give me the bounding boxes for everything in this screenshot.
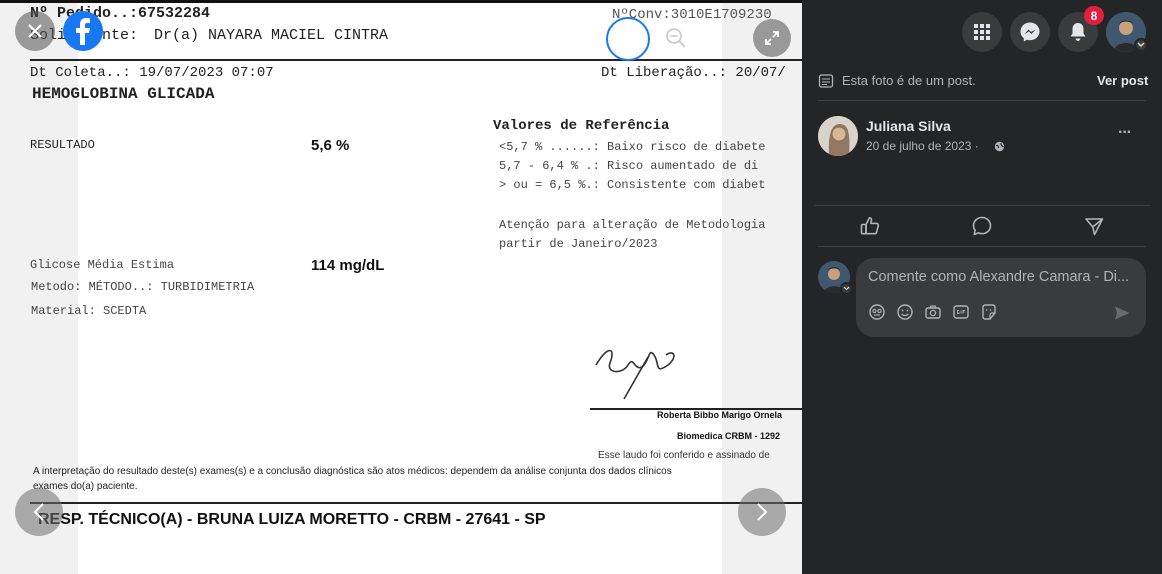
divider-top [818,100,1146,101]
metodo-line: Metodo: MÉTODO..: TURBIDIMETRIA [31,280,255,294]
author-avatar[interactable] [818,116,858,156]
globe-icon [994,141,1005,152]
post-side-panel: 8 Esta foto é de um post. Ver post Julia… [802,0,1162,574]
comment-box[interactable]: Comente como Alexandre Camara - Di... [856,258,1146,337]
material-line: Material: SCEDTA [31,304,147,318]
resultado-label: RESULTADO [30,138,95,152]
zoom-in-button[interactable] [606,17,650,61]
divider-actions-top [814,205,1150,206]
gif-icon[interactable] [952,303,970,321]
close-button[interactable] [15,11,55,51]
report-rule-top [30,59,802,61]
menu-button[interactable] [962,12,1002,52]
next-photo-button[interactable] [738,488,786,536]
comment-button[interactable] [934,210,1030,242]
exam-title: HEMOGLOBINA GLICADA [32,85,215,103]
thumbs-up-icon [860,217,880,235]
photo-viewer: Nº Pedido..:67532284 Solicitante: Dr(a) … [0,0,802,574]
glicose-label: Glicose Média Estima [30,258,175,272]
resultado-value: 5,6 % [311,137,350,154]
chevron-right-icon [757,503,768,521]
fullscreen-button[interactable] [753,19,791,57]
send-icon[interactable] [1113,304,1131,322]
share-icon [1085,218,1104,236]
account-dropdown[interactable] [1134,38,1148,52]
handwritten-signature [595,349,675,400]
fullscreen-icon [765,31,779,45]
ref-line-1: <5,7 % ......: Baixo risco de diabete [499,140,766,154]
author-photo-icon [818,116,858,156]
comment-tools [868,303,998,321]
sticker-icon[interactable] [980,303,998,321]
comment-input[interactable]: Comente como Alexandre Camara - Di... [868,269,1129,285]
ref-line-3: > ou = 6,5 %.: Consistente com diabet [499,178,766,192]
chevron-down-icon [843,286,850,291]
chevron-left-icon [33,503,44,521]
atencao-line-1: Atenção para alteração de Metodologia [499,218,766,232]
facebook-f-icon [76,18,90,45]
more-options-button[interactable]: ··· [1118,124,1132,142]
photo-top-edge [0,0,802,3]
post-info-icon [818,74,834,88]
report-coleta: Dt Coleta..: 19/07/2023 07:07 [30,65,274,81]
messenger-icon [1020,22,1040,42]
signature-name: Roberta Bibbo Marigo Ornela [657,410,783,420]
previous-photo-button[interactable] [15,488,63,536]
notifications-badge: 8 [1084,6,1104,25]
emoji-icon[interactable] [896,303,914,321]
chevron-down-icon [1137,42,1145,47]
post-info-text: Esta foto é de um post. [842,73,976,88]
close-icon [28,24,42,38]
disclaimer-line-1: A interpretação do resultado deste(s) ex… [33,466,672,477]
messenger-button[interactable] [1010,12,1050,52]
avatar-sticker-icon[interactable] [868,303,886,321]
camera-icon[interactable] [924,303,942,321]
report-rule-bottom [30,502,802,504]
report-solicitante: Dr(a) NAYARA MACIEL CINTRA [154,27,389,44]
zoom-out-icon [666,28,686,48]
signature-role: Biomedica CRBM - 1292 [677,431,781,441]
facebook-logo[interactable] [63,11,103,51]
post-date[interactable]: 20 de julho de 2023 · [866,139,979,153]
divider-actions-bottom [818,246,1146,247]
atencao-line-2: partir de Janeiro/2023 [499,237,658,251]
report-pedido: Nº Pedido..:67532284 [30,5,211,22]
ref-title: Valores de Referência [493,118,670,134]
resp-tecnico: RESP. TÉCNICO(A) - BRUNA LUIZA MORETTO -… [38,511,546,528]
commenter-switch[interactable] [840,282,853,295]
comment-icon [972,216,992,236]
author-name[interactable]: Juliana Silva [866,118,951,134]
view-post-link[interactable]: Ver post [1097,73,1148,88]
share-button[interactable] [1046,210,1142,242]
zoom-out-button[interactable] [662,24,690,52]
menu-grid-icon [974,24,990,40]
laudo-note: Esse laudo foi conferido e assinado de [598,450,770,461]
ref-line-2: 5,7 - 6,4 % .: Risco aumentado de di [499,159,759,173]
bell-icon [1070,23,1086,41]
glicose-value: 114 mg/dL [311,257,385,274]
report-liberacao: Dt Liberação..: 20/07/ [601,65,786,81]
like-button[interactable] [822,210,918,242]
